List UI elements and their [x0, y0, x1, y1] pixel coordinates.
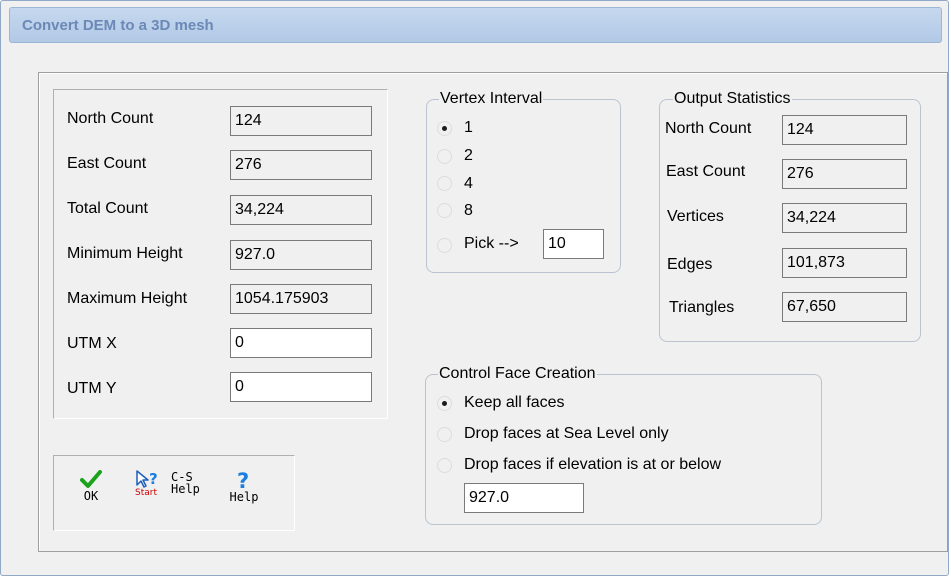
keep-all-faces-label: Keep all faces [464, 394, 565, 411]
triangles-label: Triangles [669, 299, 735, 316]
pointer-question-icon: ? Start [135, 469, 161, 501]
total-count-field: 34,224 [230, 195, 372, 225]
svg-text:?: ? [149, 470, 158, 488]
north-count-label: North Count [67, 110, 154, 127]
interval-8-label: 8 [464, 202, 473, 219]
interval-4-label: 4 [464, 175, 473, 192]
east-count-label: East Count [67, 155, 147, 172]
elevation-threshold-input[interactable]: 927.0 [464, 483, 584, 513]
ok-label: OK [83, 489, 99, 503]
pick-interval-input[interactable]: 10 [543, 229, 604, 259]
keep-all-faces-radio[interactable] [437, 396, 452, 411]
total-count-label: Total Count [67, 200, 148, 217]
edges-field: 101,873 [782, 248, 907, 278]
interval-2-radio[interactable] [437, 149, 452, 164]
drop-elevation-label: Drop faces if elevation is at or below [464, 456, 722, 473]
help-button[interactable]: ? Help [228, 469, 260, 513]
vertex-interval-title: Vertex Interval [439, 90, 544, 108]
cs-help-button[interactable]: ? Start C-S Help [135, 469, 215, 509]
face-creation-title: Control Face Creation [438, 365, 597, 383]
output-statistics-title: Output Statistics [673, 90, 792, 108]
edges-label: Edges [667, 256, 713, 273]
interval-1-radio[interactable] [437, 121, 452, 136]
question-mark-icon: ? [237, 469, 249, 491]
vertices-label: Vertices [667, 208, 724, 225]
title-bar[interactable]: Convert DEM to a 3D mesh [9, 7, 942, 43]
interval-2-label: 2 [464, 147, 473, 164]
checkmark-icon [80, 470, 102, 488]
north-count-field: 124 [230, 106, 372, 136]
output-north-count-label: North Count [665, 120, 752, 137]
drop-elevation-radio[interactable] [437, 458, 452, 473]
utm-y-label: UTM Y [67, 380, 117, 397]
output-north-count-field: 124 [782, 115, 907, 145]
interval-1-label: 1 [464, 119, 473, 136]
utm-y-input[interactable]: 0 [230, 372, 372, 402]
window-title: Convert DEM to a 3D mesh [22, 17, 214, 34]
utm-x-label: UTM X [67, 335, 117, 352]
drop-sea-level-radio[interactable] [437, 427, 452, 442]
start-text: Start [135, 488, 157, 498]
minimum-height-field: 927.0 [230, 240, 372, 270]
maximum-height-field: 1054.175903 [230, 284, 372, 314]
svg-text:?: ? [237, 469, 249, 491]
interval-pick-label: Pick --> [464, 235, 519, 252]
interval-4-radio[interactable] [437, 176, 452, 191]
east-count-field: 276 [230, 150, 372, 180]
help-label: Help [229, 490, 259, 504]
utm-x-input[interactable]: 0 [230, 328, 372, 358]
minimum-height-label: Minimum Height [67, 245, 183, 262]
triangles-field: 67,650 [782, 292, 907, 322]
interval-8-radio[interactable] [437, 203, 452, 218]
maximum-height-label: Maximum Height [67, 290, 188, 307]
interval-pick-radio[interactable] [437, 238, 452, 253]
cs-help-label-bottom: Help [171, 482, 200, 496]
drop-sea-level-label: Drop faces at Sea Level only [464, 425, 669, 442]
output-east-count-field: 276 [782, 159, 907, 189]
ok-button[interactable]: OK [76, 470, 106, 514]
cs-help-label: C-S Help [171, 471, 200, 495]
vertices-field: 34,224 [782, 203, 907, 233]
output-east-count-label: East Count [666, 163, 746, 180]
